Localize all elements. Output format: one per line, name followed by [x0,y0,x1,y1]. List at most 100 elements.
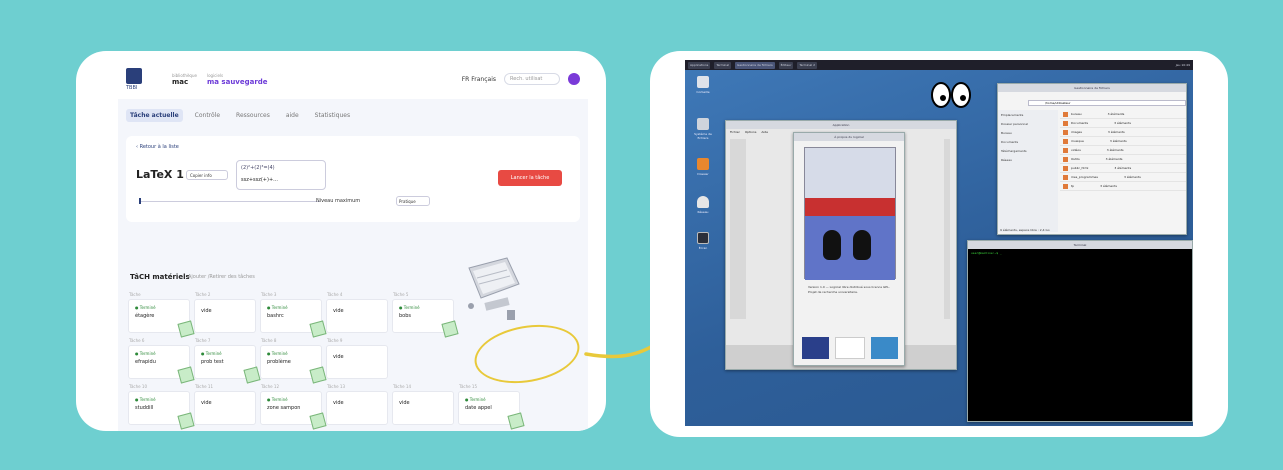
file-row[interactable]: public_html 3 éléments [1060,164,1186,173]
file-info: 3 éléments [1107,130,1125,134]
app-toolbar [730,139,746,319]
file-row[interactable]: musique 3 éléments [1060,137,1186,146]
menu-item[interactable]: Fichier [730,130,740,135]
task-name: vide [201,308,212,314]
taskbar-item[interactable]: Applications [688,61,711,69]
task-cell[interactable]: Tâche 7 ● Terminé prob test [194,338,261,384]
sidebar-place[interactable]: Documents [1001,140,1055,144]
about-window[interactable]: À propos du logiciel Version 1.0 — Logic… [793,132,905,366]
desktop-icon-display[interactable]: Écran [691,232,715,250]
xeyes-icon [931,82,971,108]
sidebar-place[interactable]: Dossier personnel [1001,122,1055,126]
practice-button[interactable]: Pratique [396,196,430,206]
tab-statistics[interactable]: Statistiques [311,109,354,122]
terminal-window[interactable]: Terminal user@machine:~$ _ [967,240,1193,422]
task-cell[interactable]: Tâche 10 ● Terminé studdill [128,384,195,430]
task-status: ● Terminé [135,351,156,356]
file-name: Outils [1071,157,1080,161]
file-row[interactable]: Outils 3 éléments [1060,155,1186,164]
task-cell[interactable]: Tâche 2 vide [194,292,256,333]
slider-handle[interactable] [139,198,141,204]
file-row[interactable]: mes_programmes 3 éléments [1060,173,1186,182]
task-tag-icon [243,366,261,384]
desktop-icon-network[interactable]: Réseau [691,196,715,214]
tab-current-task[interactable]: Tâche actuelle [126,109,183,122]
address-bar[interactable]: /home/utilisateur [1028,100,1186,106]
taskbar-item[interactable]: Terminal 2 [797,61,817,69]
task-cell-label: Tâche 11 [195,384,213,389]
task-cell[interactable]: Tâche 14 vide [392,384,454,425]
task-cell[interactable]: Tâche 8 ● Terminé problème [260,338,327,384]
language-selector[interactable]: FR Français [462,76,496,83]
sidebar-place[interactable]: Emplacements [1001,113,1055,117]
task-cell[interactable]: Tâche 6 ● Terminé efrapidu [128,338,195,384]
task-cell[interactable]: Tâche 3 ● Terminé bashrc [260,292,327,338]
menu-item[interactable]: Options [745,130,757,135]
task-cell-label: Tâche 15 [459,384,477,389]
sidebar-place[interactable]: Téléchargements [1001,149,1055,153]
section-title: TâCH matériels [130,273,190,281]
formula-field[interactable]: (2)²+(2)³=(4) ssz+ssz(+)+... [236,160,326,190]
task-cell[interactable]: Tâche 11 vide [194,384,256,425]
file-info: 3 éléments [1114,121,1131,125]
taskbar-item[interactable]: Éditeur [778,61,794,69]
level-slider[interactable] [139,198,320,204]
terminal-prompt[interactable]: user@machine:~$ _ [968,249,1192,257]
linux-desktop: Applications Terminal Gestionnaire de fi… [685,60,1193,426]
file-manager-window[interactable]: Gestionnaire de fichiers /home/utilisate… [997,83,1187,235]
section-note[interactable]: Ajouter /Retirer des tâches [188,274,255,280]
task-cell[interactable]: Tâche 13 vide [326,384,388,425]
taskbar: Applications Terminal Gestionnaire de fi… [685,60,1193,70]
brand-info-1: bibliothèque mac [172,72,197,86]
back-link[interactable]: ‹ Retour à la liste [136,144,570,150]
tab-resources[interactable]: Ressources [232,109,274,122]
tab-bar: Tâche actuelle Contrôle Ressources aide … [118,99,588,128]
menu-item[interactable]: Aide [761,130,768,135]
task-cell[interactable]: Tâche 5 ● Terminé bobs [392,292,459,338]
network-icon [697,196,709,208]
slider-label: Niveau maximum [316,198,361,204]
task-status: ● Terminé [201,351,222,356]
file-status: 9 éléments, espace libre : 2,4 Go [1000,228,1050,232]
taskbar-item[interactable]: Terminal [714,61,732,69]
task-cell[interactable]: Tâche 4 vide [326,292,388,333]
about-text: Version 1.0 — Logiciel libre distribué s… [808,285,890,294]
task-cell-label: Tâche 14 [393,384,411,389]
file-name: public_html [1071,166,1089,170]
copy-info-button[interactable]: Copier info [186,170,228,180]
avatar[interactable] [568,73,580,85]
app-scrollbar[interactable] [944,139,950,319]
sidebar-place[interactable]: Bureau [1001,131,1055,135]
task-name: efrapidu [135,359,156,365]
launch-task-button[interactable]: Lancer la tâche [498,170,562,186]
file-row[interactable]: images 3 éléments [1060,128,1186,137]
folder-icon [1063,183,1068,189]
taskbar-item[interactable]: Gestionnaire de fichiers [735,61,775,69]
task-cell-label: Tâche 13 [327,384,345,389]
file-row[interactable]: tp 3 éléments [1060,182,1186,191]
task-cell[interactable]: Tâche 15 ● Terminé date appel [458,384,525,430]
file-row[interactable]: bureau 3 éléments [1060,110,1186,119]
file-info: 3 éléments [1106,148,1124,152]
task-tag-icon [177,412,195,430]
task-cell[interactable]: Tâche 12 ● Terminé zone sampon [260,384,327,430]
task-status: ● Terminé [399,305,420,310]
logo[interactable]: TBBI [126,65,162,93]
file-row[interactable]: Documents 3 éléments [1060,119,1186,128]
file-name: mes_programmes [1071,175,1098,179]
sidebar-place[interactable]: Réseau [1001,158,1055,162]
desktop-icon-folder[interactable]: Dossier [691,158,715,176]
file-row[interactable]: vidéos 3 éléments [1060,146,1186,155]
tab-help[interactable]: aide [282,109,303,122]
desktop-icon-filesystem[interactable]: Système de fichiers [691,118,715,140]
task-name: problème [267,359,291,365]
user-search-input[interactable]: Rech. utilisat [504,73,560,85]
desktop-icon-trash[interactable]: Corbeille [691,76,715,94]
task-cell[interactable]: Tâche ● Terminé étagère [128,292,195,338]
file-info: 3 éléments [1109,139,1127,143]
task-title: LaTeX 1 [136,168,184,181]
file-name: musique [1071,139,1084,143]
tab-control[interactable]: Contrôle [191,109,224,122]
brand-info-2: logiciels ma sauvegarde [206,72,268,86]
task-cell[interactable]: Tâche 9 vide [326,338,388,379]
